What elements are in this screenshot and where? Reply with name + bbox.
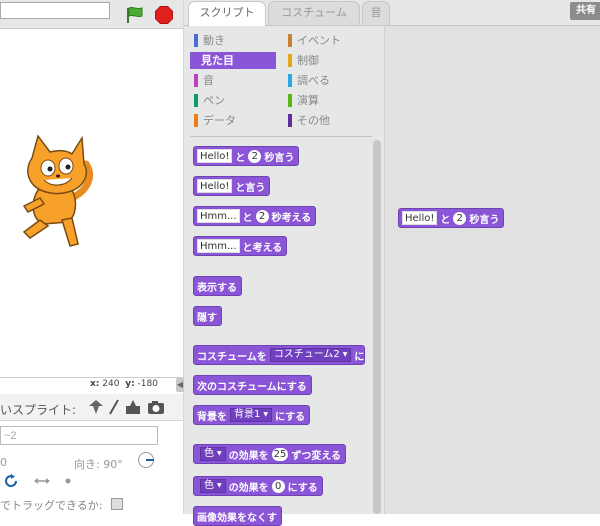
script-say-for-secs-block[interactable]: Hello! と 2 秒言う [398, 208, 505, 228]
category-operators[interactable]: 演算 [284, 92, 370, 109]
block-text-slot[interactable]: Hello! [197, 179, 233, 193]
set-effect-block[interactable]: 色 の効果を 0 にする [193, 476, 323, 496]
effect-dropdown[interactable]: 色 [200, 479, 226, 493]
draggable-checkbox[interactable] [111, 498, 123, 510]
category-swatch [194, 34, 198, 47]
category-swatch [288, 114, 292, 127]
tab-scripts[interactable]: スクリプト [188, 1, 266, 26]
draggable-label: でトラッグできるか: [0, 499, 103, 512]
stop-sign-icon[interactable] [155, 6, 173, 24]
block-number-slot[interactable]: 2 [453, 211, 467, 225]
category-swatch [288, 54, 292, 67]
show-block[interactable]: 表示する [193, 276, 242, 296]
block-number-slot[interactable]: 25 [271, 447, 289, 461]
category-swatch [288, 34, 292, 47]
tab-sounds[interactable]: 音 [362, 1, 390, 25]
next-costume-block[interactable]: 次のコスチュームにする [193, 375, 312, 395]
hide-block[interactable]: 隠す [193, 306, 222, 326]
category-more-blocks[interactable]: その他 [284, 112, 370, 129]
camera-sprite-icon[interactable] [148, 401, 164, 414]
left-right-icon[interactable] [34, 478, 50, 484]
tab-costumes[interactable]: コスチューム [268, 1, 360, 25]
category-swatch [194, 114, 198, 127]
clear-effects-block[interactable]: 画像効果をなくす [193, 506, 282, 526]
new-sprite-tools [89, 399, 164, 415]
upload-sprite-icon[interactable] [126, 400, 140, 414]
block-text-slot[interactable]: Hmm... [197, 209, 240, 223]
category-swatch [194, 74, 198, 87]
category-motion[interactable]: 動き [190, 32, 276, 49]
rotation-style-row [5, 474, 71, 488]
category-control[interactable]: 制御 [284, 52, 370, 69]
sprite-name-input[interactable] [0, 426, 158, 445]
dont-rotate-icon[interactable] [65, 478, 71, 484]
collapse-stage-arrow-icon[interactable]: ◀ [176, 378, 184, 392]
switch-costume-block[interactable]: コスチュームを コスチューム2 に [193, 345, 366, 365]
direction-dial-icon[interactable] [137, 451, 155, 469]
change-effect-block[interactable]: 色 の効果を 25 ずつ変える [193, 444, 347, 464]
block-text-slot[interactable]: Hello! [197, 149, 233, 163]
green-flag-icon[interactable] [125, 6, 145, 24]
think-block[interactable]: Hmm... と考える [193, 236, 288, 256]
palette-scrollbar[interactable] [373, 140, 381, 514]
say-block[interactable]: Hello! と言う [193, 176, 271, 196]
think-for-secs-block[interactable]: Hmm... と 2 秒考える [193, 206, 317, 226]
say-for-secs-block[interactable]: Hello! と 2 秒言う [193, 146, 300, 166]
coord-x-value: 240 [102, 379, 120, 389]
rotate-all-around-icon[interactable] [5, 474, 18, 488]
category-divider [190, 136, 372, 137]
new-sprite-label: いスプライト: [0, 403, 77, 417]
category-swatch [288, 74, 292, 87]
block-text-slot[interactable]: Hello! [402, 211, 438, 225]
direction-value: 90° [103, 458, 123, 471]
category-data[interactable]: データ [190, 112, 276, 129]
category-sound[interactable]: 音 [190, 72, 276, 89]
direction-label: 向き: 90° [74, 456, 123, 472]
choose-sprite-icon[interactable] [89, 400, 103, 414]
category-events[interactable]: イベント [284, 32, 370, 49]
block-number-slot[interactable]: 0 [271, 479, 285, 493]
mouse-coordinates: x: 240 y: -180 [90, 379, 158, 389]
cat-sprite-icon[interactable] [10, 128, 110, 258]
effect-dropdown[interactable]: 色 [200, 447, 226, 461]
project-title-input[interactable] [0, 2, 110, 19]
sprite-x-value: 0 [0, 456, 7, 469]
block-number-slot[interactable]: 2 [255, 209, 269, 223]
paint-sprite-icon[interactable] [109, 399, 119, 415]
category-swatch [288, 94, 292, 107]
backdrop-dropdown[interactable]: 背景1 [230, 408, 272, 422]
costume-dropdown[interactable]: コスチューム2 [269, 348, 352, 362]
block-number-slot[interactable]: 2 [248, 149, 262, 163]
category-list: 動き イベント 見た目 制御 音 調べる ペン 演算 データ その他 [190, 30, 370, 136]
coord-y-value: -180 [137, 379, 158, 389]
category-sensing[interactable]: 調べる [284, 72, 370, 89]
script-area[interactable] [384, 26, 600, 514]
share-button[interactable]: 共有 [570, 2, 600, 20]
category-looks[interactable]: 見た目 [190, 52, 276, 69]
block-text-slot[interactable]: Hmm... [197, 239, 240, 253]
category-pen[interactable]: ペン [190, 92, 276, 109]
direction-label-text: 向き: [74, 458, 100, 471]
switch-backdrop-block[interactable]: 背景を 背景1 にする [193, 405, 311, 425]
category-swatch [194, 94, 198, 107]
